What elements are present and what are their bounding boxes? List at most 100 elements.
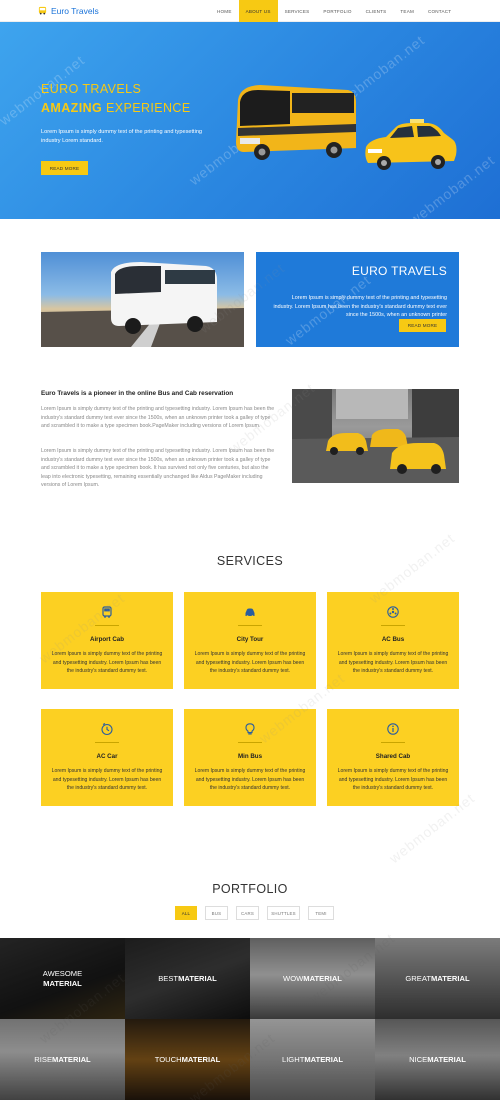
- tile-label: BESTMATERIAL: [158, 974, 217, 984]
- tile-label-light: AWESOME: [42, 968, 83, 978]
- service-name: AC Car: [96, 753, 118, 760]
- bus-illustration: [236, 85, 356, 160]
- tile-label-light: TOUCH: [154, 1054, 182, 1064]
- tile-label-light: GREAT: [405, 973, 431, 983]
- taxi-street-illustration: [292, 389, 459, 483]
- nav-item-contact[interactable]: CONTACT: [421, 0, 458, 22]
- filter-shuttles[interactable]: SHUTTLES: [267, 906, 300, 920]
- tile-label-light: NICE: [409, 1054, 428, 1064]
- portfolio-filters: ALL BUS CARS SHUTTLES TEMI: [175, 906, 334, 920]
- fan-icon: [387, 606, 399, 618]
- tile-label-bold: MATERIAL: [430, 973, 470, 983]
- intro-paragraph-1: Lorem Ipsum is simply dummy text of the …: [41, 406, 275, 430]
- filter-all[interactable]: ALL: [175, 906, 197, 920]
- about-read-more-button[interactable]: READ MORE: [399, 319, 446, 332]
- brand-logo[interactable]: Euro Travels: [38, 6, 99, 16]
- top-navbar: Euro Travels HOME ABOUT US SERVICES PORTFOL…: [0, 0, 500, 22]
- service-text: Lorem Ipsum is simply dummy text of the …: [337, 651, 449, 674]
- portfolio-tile[interactable]: NICEMATERIAL: [375, 1019, 500, 1100]
- tile-label: GREATMATERIAL: [405, 974, 469, 984]
- hero-subtitle-bold: AMAZING: [41, 101, 103, 115]
- portfolio-tile[interactable]: TOUCHMATERIAL: [125, 1019, 250, 1100]
- tile-label-bold: MATERIAL: [181, 1054, 221, 1064]
- tile-label: RISEMATERIAL: [34, 1055, 90, 1065]
- portfolio-tile[interactable]: BESTMATERIAL: [125, 938, 250, 1019]
- portfolio-tile[interactable]: RISEMATERIAL: [0, 1019, 125, 1100]
- service-card-shared-cab[interactable]: Shared Cab Lorem Ipsum is simply dummy te…: [327, 709, 459, 806]
- hero-read-more-button[interactable]: READ MORE: [41, 161, 88, 175]
- about-title: EURO TRAVELS: [351, 264, 447, 278]
- tile-label-light: WOW: [283, 973, 304, 983]
- tile-label-light: RISE: [34, 1054, 53, 1064]
- service-text: Lorem Ipsum is simply dummy text of the …: [51, 651, 163, 674]
- hero-subtitle-rest: EXPERIENCE: [106, 101, 191, 115]
- hero-subtitle: AMAZING EXPERIENCE: [41, 101, 191, 115]
- service-name: City Tour: [236, 636, 264, 643]
- bus-road-photo: [41, 252, 244, 347]
- service-card-city-tour[interactable]: City Tour Lorem Ipsum is simply dummy tex…: [184, 592, 316, 689]
- filter-temi[interactable]: TEMI: [308, 906, 334, 920]
- filter-cars[interactable]: CARS: [236, 906, 259, 920]
- service-text: Lorem Ipsum is simply dummy text of the …: [51, 768, 163, 791]
- nav-item-home[interactable]: HOME: [210, 0, 239, 22]
- clock-icon: [101, 723, 113, 736]
- nav-item-services[interactable]: SERVICES: [278, 0, 317, 22]
- card-divider: [238, 742, 262, 743]
- portfolio-tile[interactable]: AWESOME MATERIAL: [0, 938, 125, 1019]
- portfolio-grid: AWESOME MATERIAL BESTMATERIAL WOWMATERIAL GR…: [0, 938, 500, 1100]
- tile-label-bold: MATERIAL: [304, 1054, 344, 1064]
- taxi-illustration: [365, 119, 457, 170]
- card-divider: [381, 625, 405, 626]
- card-divider: [95, 625, 119, 626]
- about-text: Lorem Ipsum is simply dummy text of the …: [273, 295, 447, 318]
- brand-name: Euro Travels: [51, 5, 99, 16]
- hero-title: EURO TRAVELS: [41, 82, 142, 96]
- tile-label: TOUCHMATERIAL: [155, 1055, 221, 1065]
- tile-label-bold: MATERIAL: [427, 1054, 466, 1064]
- service-text: Lorem Ipsum is simply dummy text of the …: [194, 651, 306, 674]
- hero-text: Lorem Ipsum is simply dummy text of the …: [41, 129, 203, 144]
- service-name: Shared Cab: [375, 753, 411, 760]
- service-name: Min Bus: [237, 753, 263, 760]
- tile-label: WOWMATERIAL: [283, 974, 342, 984]
- portfolio-tile[interactable]: GREATMATERIAL: [375, 938, 500, 1019]
- service-card-min-bus[interactable]: Min Bus Lorem Ipsum is simply dummy text …: [184, 709, 316, 806]
- nav-item-team[interactable]: TEAM: [393, 0, 421, 22]
- portfolio-title: PORTFOLIO: [212, 882, 288, 896]
- bus-photo-illustration: [41, 262, 244, 347]
- intro-paragraph-2: Lorem Ipsum is simply dummy text of the …: [41, 448, 275, 489]
- car-icon: [245, 608, 255, 618]
- service-text: Lorem Ipsum is simply dummy text of the …: [337, 768, 449, 791]
- service-text: Lorem Ipsum is simply dummy text of the …: [194, 768, 306, 791]
- card-divider: [95, 742, 119, 743]
- service-card-ac-bus[interactable]: AC Bus Lorem Ipsum is simply dummy text o…: [327, 592, 459, 689]
- nav-item-portfolio[interactable]: PORTFOLIO: [316, 0, 358, 22]
- nav-item-clients[interactable]: CLIENTS: [359, 0, 394, 22]
- bulb-icon: [245, 723, 255, 735]
- page: Euro Travels HOME ABOUT US SERVICES PORTFOL…: [0, 0, 500, 1100]
- service-name: AC Bus: [381, 636, 405, 643]
- intro-heading: Euro Travels is a pioneer in the online …: [41, 390, 234, 397]
- card-divider: [238, 625, 262, 626]
- card-divider: [381, 742, 405, 743]
- info-icon: [387, 723, 399, 735]
- tile-label-light: BEST: [158, 973, 179, 983]
- portfolio-tile[interactable]: WOWMATERIAL: [250, 938, 375, 1019]
- tile-label-bold: MATERIAL: [178, 973, 217, 983]
- service-card-ac-car[interactable]: AC Car Lorem Ipsum is simply dummy text o…: [41, 709, 173, 806]
- tile-label: AWESOME MATERIAL: [43, 969, 82, 989]
- bus-logo-icon: [38, 6, 47, 15]
- tile-label-bold: MATERIAL: [303, 973, 342, 983]
- taxi-street-photo: [292, 389, 459, 483]
- nav-item-about-us[interactable]: ABOUT US: [238, 0, 278, 22]
- tile-label: LIGHTMATERIAL: [282, 1055, 343, 1065]
- about-panel: webmoban.net EURO TRAVELS Lorem Ipsum is…: [256, 252, 459, 348]
- portfolio-tile[interactable]: LIGHTMATERIAL: [250, 1019, 375, 1100]
- tile-label-bold: MATERIAL: [52, 1054, 91, 1064]
- main-menu: HOME ABOUT US SERVICES PORTFOLIO CLIENTS TEAM…: [210, 0, 458, 22]
- tile-label-light: LIGHT: [281, 1054, 305, 1064]
- tile-label-bold: MATERIAL: [43, 978, 82, 988]
- hero-banner: webmoban.net webmoban.net webmoban.net w…: [0, 22, 500, 219]
- tile-label: NICEMATERIAL: [409, 1055, 466, 1065]
- filter-bus[interactable]: BUS: [205, 906, 228, 920]
